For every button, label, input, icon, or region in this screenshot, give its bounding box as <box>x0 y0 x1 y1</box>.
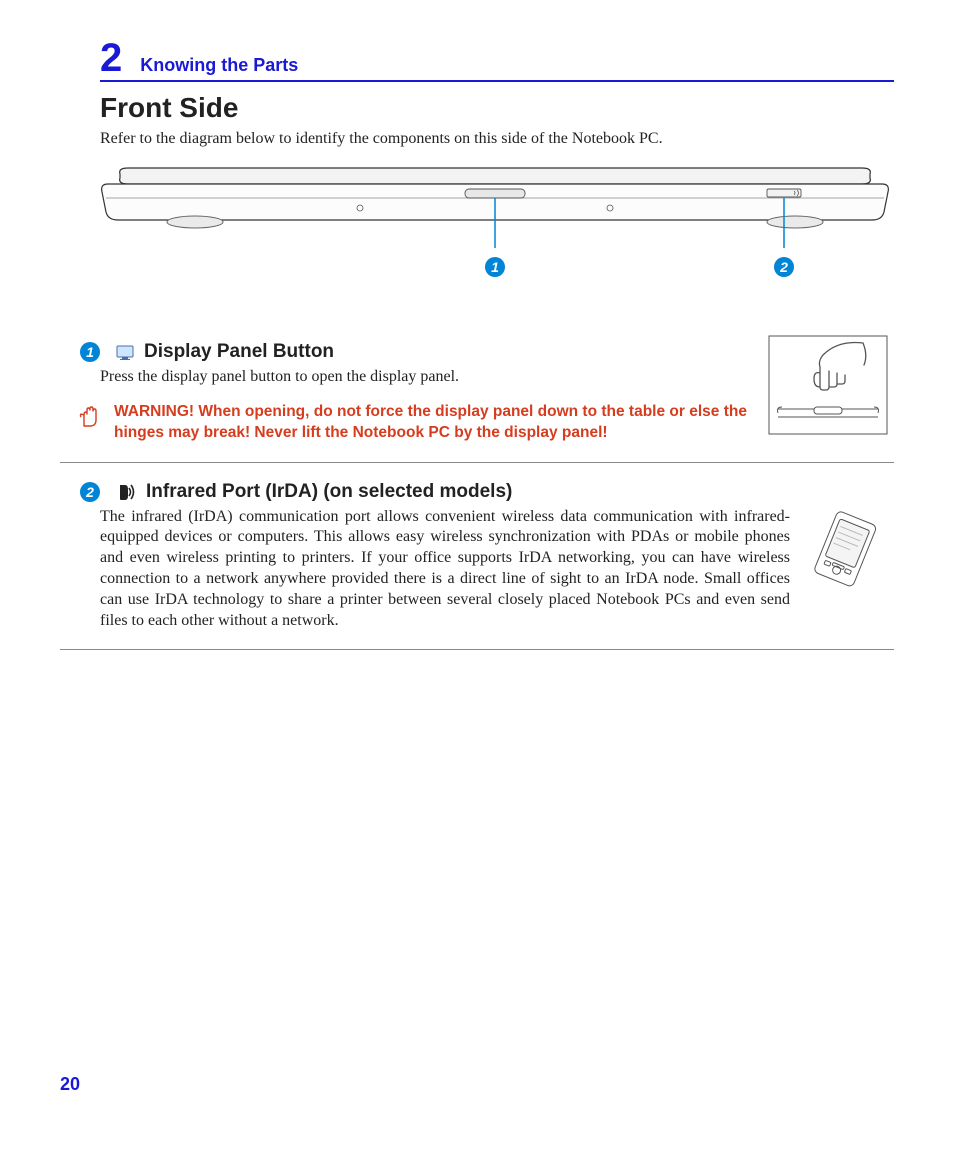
item-title-1: Display Panel Button <box>144 341 334 363</box>
item-display-panel-button: 1 Display Panel Button Press the display… <box>60 341 894 444</box>
item-body-2: The infrared (IrDA) communication port a… <box>100 507 894 632</box>
front-side-diagram: 1 2 <box>100 162 894 311</box>
divider <box>60 462 894 463</box>
hand-press-illustration <box>768 335 888 435</box>
item-infrared-port: 2 Infrared Port (IrDA) (on selected mode… <box>60 481 894 632</box>
item-number-1: 1 <box>80 342 100 362</box>
section-title: Front Side <box>100 92 894 124</box>
item-body-2-text: The infrared (IrDA) communication port a… <box>100 508 790 629</box>
warning-text: WARNING! When opening, do not force the … <box>114 402 764 444</box>
pda-illustration <box>802 511 894 589</box>
warning-block: WARNING! When opening, do not force the … <box>78 402 764 444</box>
diagram-callout-2: 2 <box>774 257 794 277</box>
divider-2 <box>60 649 894 650</box>
item-body-1: Press the display panel button to open t… <box>100 367 764 388</box>
chapter-title: Knowing the Parts <box>140 55 298 76</box>
item-number-2: 2 <box>80 482 100 502</box>
page-number: 20 <box>60 1074 80 1095</box>
item-title-2: Infrared Port (IrDA) (on selected models… <box>146 481 512 503</box>
diagram-callout-1: 1 <box>485 257 505 277</box>
chapter-number: 2 <box>100 38 122 78</box>
monitor-icon <box>116 345 134 360</box>
section-intro: Refer to the diagram below to identify t… <box>100 130 894 148</box>
chapter-header: 2 Knowing the Parts <box>100 38 894 82</box>
hand-warning-icon <box>78 404 100 428</box>
irda-icon <box>116 482 136 502</box>
